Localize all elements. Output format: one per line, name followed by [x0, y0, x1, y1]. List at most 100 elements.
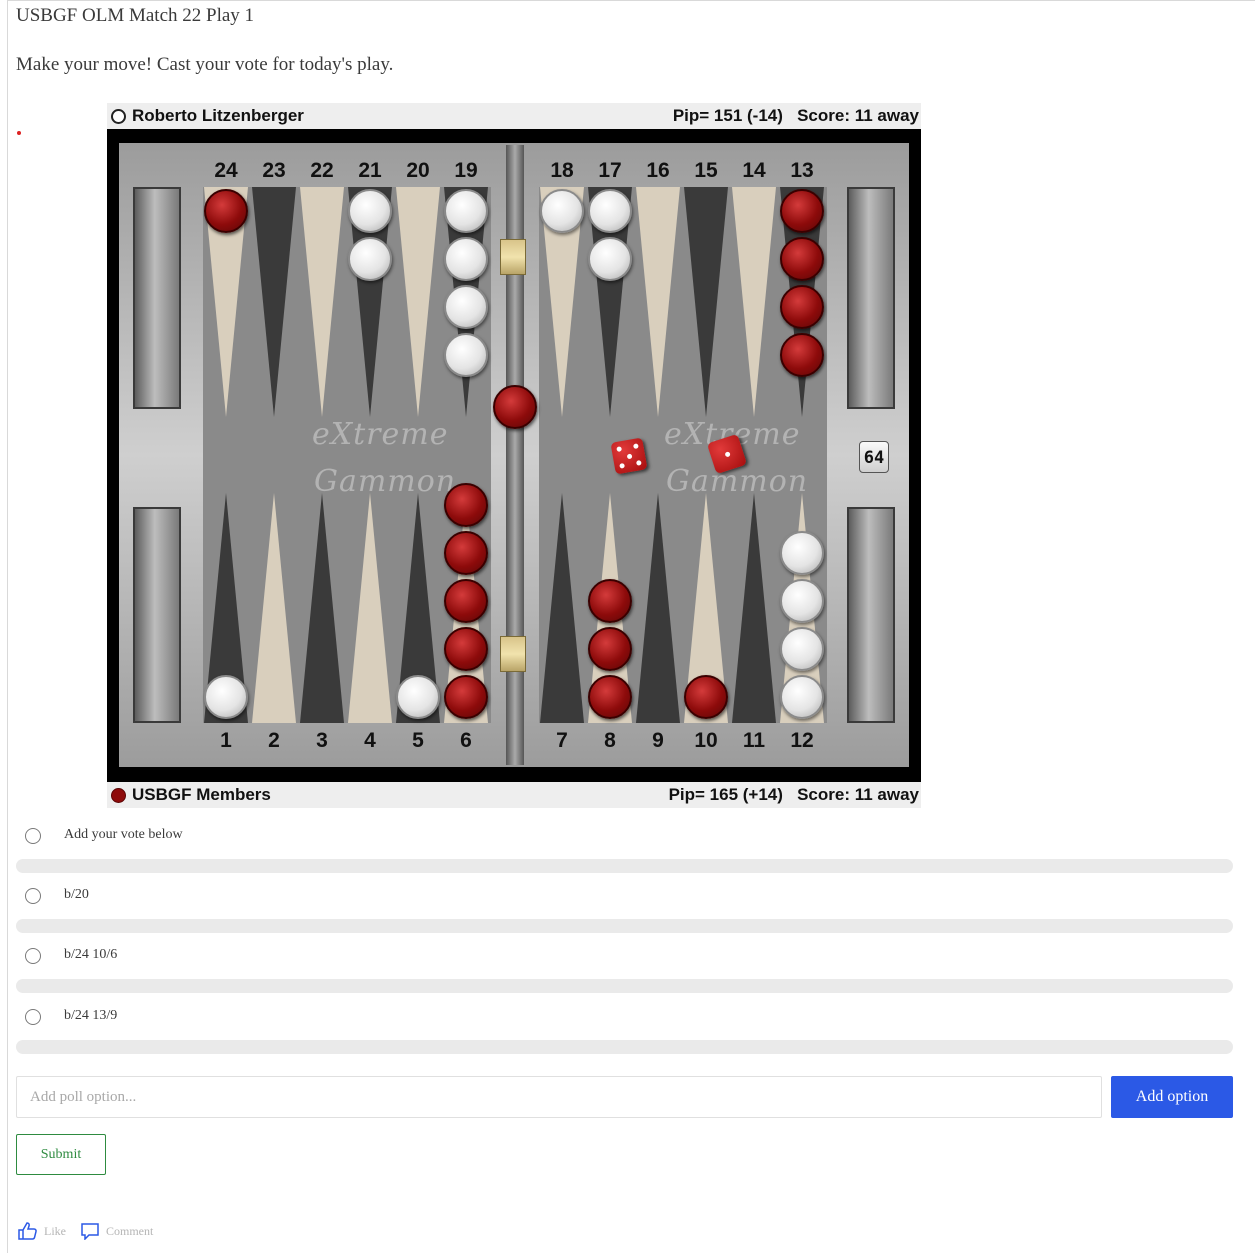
point-number-label: 18: [550, 159, 574, 182]
board-point: [300, 187, 344, 417]
red-checker: [684, 675, 728, 719]
point-number-label: 14: [742, 159, 766, 182]
board-logo-line1: eXtreme: [312, 417, 449, 452]
point-number-label: 8: [604, 729, 616, 752]
red-checker: [444, 531, 488, 575]
white-checker: [780, 627, 824, 671]
poll-option-label: b/20: [64, 887, 89, 902]
like-button[interactable]: Like: [18, 1222, 66, 1240]
red-checker: [204, 189, 248, 233]
white-checker: [780, 531, 824, 575]
point-number-label: 17: [598, 159, 622, 182]
red-checker: [588, 675, 632, 719]
white-checker: [348, 237, 392, 281]
comment-button[interactable]: Comment: [80, 1222, 153, 1240]
board-point: [540, 493, 584, 723]
white-checker: [780, 579, 824, 623]
board-point: [636, 493, 680, 723]
post-body: Make your move! Cast your vote for today…: [16, 54, 394, 75]
poll-option[interactable]: Add your vote below: [16, 826, 1233, 878]
white-checker: [348, 189, 392, 233]
poll-result-bar: [16, 919, 1233, 933]
red-checker: [444, 675, 488, 719]
comment-icon: [80, 1222, 100, 1240]
add-option-button[interactable]: Add option: [1111, 1076, 1233, 1118]
red-checker: [444, 627, 488, 671]
point-number-label: 4: [364, 729, 376, 752]
add-poll-option-input[interactable]: [16, 1076, 1102, 1118]
die-five: [610, 437, 648, 475]
point-number-label: 5: [412, 729, 424, 752]
white-checker: [540, 189, 584, 233]
point-number-label: 7: [556, 729, 568, 752]
white-checker: [588, 237, 632, 281]
top-player-name: Roberto Litzenberger: [132, 106, 304, 125]
board-point: [636, 187, 680, 417]
board-logo-line2: Gammon: [314, 464, 457, 499]
left-tray-top: [133, 187, 181, 409]
poll-option-radio[interactable]: [25, 948, 41, 964]
point-number-label: 13: [790, 159, 814, 182]
backgammon-board: 24 23 22 21 20 19 18 17 16 15 14 13 1 2 3 4 5 6 7 8 9 10 11 12 …: [107, 129, 921, 782]
board-point: [396, 187, 440, 417]
point-number-label: 19: [454, 159, 478, 182]
board-point: [684, 187, 728, 417]
right-tray-bottom: [847, 507, 895, 723]
poll-option[interactable]: b/24 13/9: [16, 1007, 1233, 1059]
top-hinge: [500, 239, 526, 275]
poll-option-radio[interactable]: [25, 828, 41, 844]
submit-button[interactable]: Submit: [16, 1134, 106, 1175]
poll-option-label: b/24 13/9: [64, 1008, 118, 1023]
red-checker: [444, 579, 488, 623]
white-checker: [204, 675, 248, 719]
comment-label: Comment: [106, 1223, 154, 1238]
point-number-label: 12: [790, 729, 814, 752]
point-number-label: 1: [220, 729, 232, 752]
point-number-label: 23: [262, 159, 286, 182]
poll-result-bar: [16, 979, 1233, 993]
center-bar: [506, 145, 524, 765]
white-checker: [444, 333, 488, 377]
poll-option[interactable]: b/20: [16, 886, 1233, 938]
left-tray-bottom: [133, 507, 181, 723]
point-number-label: 20: [406, 159, 430, 182]
white-checker: [444, 285, 488, 329]
poll-option[interactable]: b/24 10/6: [16, 946, 1233, 998]
board-point: [732, 187, 776, 417]
poll-option-label: Add your vote below: [64, 827, 183, 842]
bottom-player-name: USBGF Members: [132, 785, 271, 804]
white-checker: [444, 189, 488, 233]
point-number-label: 24: [214, 159, 238, 182]
board-point: [252, 187, 296, 417]
red-checker: [588, 579, 632, 623]
red-checker: [780, 333, 824, 377]
doubling-cube: 64: [859, 441, 889, 473]
top-player-bar: Roberto Litzenberger Pip= 151 (-14) Scor…: [107, 103, 921, 129]
board-point: [300, 493, 344, 723]
white-checker: [396, 675, 440, 719]
board-logo-line2-right: Gammon: [666, 464, 809, 499]
thumbs-up-icon: [18, 1222, 38, 1240]
bottom-player-bar: USBGF Members Pip= 165 (+14) Score: 11 a…: [107, 782, 921, 808]
like-label: Like: [44, 1223, 66, 1238]
point-number-label: 11: [742, 729, 766, 752]
post-title: USBGF OLM Match 22 Play 1: [16, 5, 255, 26]
point-number-label: 2: [268, 729, 280, 752]
white-checker: [444, 237, 488, 281]
point-number-label: 6: [460, 729, 472, 752]
point-number-label: 3: [316, 729, 328, 752]
poll-option-label: b/24 10/6: [64, 947, 118, 962]
poll-option-radio[interactable]: [25, 1009, 41, 1025]
white-checker-icon: [111, 108, 126, 124]
point-number-label: 9: [652, 729, 664, 752]
red-checker: [588, 627, 632, 671]
red-checker: [780, 189, 824, 233]
right-tray-top: [847, 187, 895, 409]
board-point: [252, 493, 296, 723]
top-player-stats: Pip= 151 (-14) Score: 11 away: [672, 106, 919, 125]
red-checker: [780, 237, 824, 281]
board-point: [732, 493, 776, 723]
point-number-label: 10: [694, 729, 718, 752]
poll-option-radio[interactable]: [25, 888, 41, 904]
white-checker: [588, 189, 632, 233]
